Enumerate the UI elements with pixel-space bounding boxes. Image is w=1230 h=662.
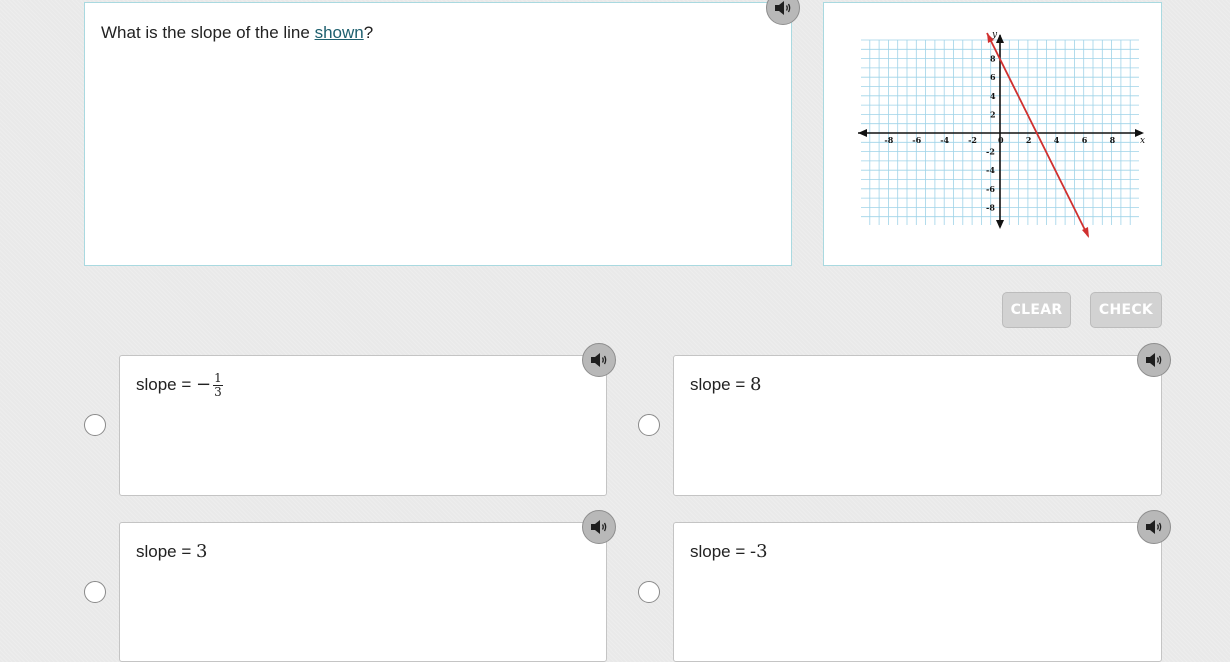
shown-link[interactable]: shown xyxy=(315,23,364,42)
speaker-icon xyxy=(1146,353,1162,367)
speaker-icon xyxy=(1146,520,1162,534)
choice-a-prefix: slope = xyxy=(136,374,197,394)
y-tick-label: 6 xyxy=(990,72,996,82)
choice-d-radio[interactable] xyxy=(638,581,660,603)
choice-c-prefix: slope = xyxy=(136,542,197,561)
graph-axes xyxy=(858,34,1144,229)
choice-a-audio-button[interactable] xyxy=(582,343,616,377)
x-tick-label: -2 xyxy=(968,135,977,145)
check-button[interactable]: CHECK xyxy=(1090,292,1162,328)
choice-b-value: 8 xyxy=(750,374,762,395)
choice-a-sign: − xyxy=(196,373,212,395)
speaker-icon xyxy=(591,353,607,367)
line-bottom-arrow xyxy=(1082,227,1089,238)
y-tick-label: 4 xyxy=(990,91,996,101)
choice-b-card[interactable]: slope = 8 xyxy=(673,355,1162,496)
choice-a-radio[interactable] xyxy=(84,414,106,436)
choice-b-radio[interactable] xyxy=(638,414,660,436)
x-tick-label: 8 xyxy=(1110,135,1116,145)
y-tick-label: 8 xyxy=(990,54,996,64)
y-tick-label: -6 xyxy=(986,184,995,194)
y-axis-bottom-arrow xyxy=(996,220,1004,229)
choice-c-card[interactable]: slope = 3 xyxy=(119,522,607,662)
y-tick-label: -4 xyxy=(986,165,995,175)
y-tick-label: -2 xyxy=(986,147,995,157)
choice-b-prefix: slope = xyxy=(690,375,751,394)
x-axis-label: x xyxy=(1140,136,1145,146)
choice-c-text: slope = 3 xyxy=(136,541,207,562)
speaker-icon xyxy=(591,520,607,534)
question-text-start: What is the slope of the line xyxy=(101,23,315,42)
choice-c-audio-button[interactable] xyxy=(582,510,616,544)
x-axis-left-arrow xyxy=(858,129,867,137)
x-tick-label: -8 xyxy=(884,135,893,145)
choice-d-card[interactable]: slope = -3 xyxy=(673,522,1162,662)
question-text-end: ? xyxy=(363,23,374,42)
choice-c-radio[interactable] xyxy=(84,581,106,603)
graph-panel: -8 -6 -4 -2 0 2 4 6 8 8 6 4 2 -2 -4 -6 -8 x y xyxy=(823,2,1162,266)
x-tick-label: -6 xyxy=(912,135,921,145)
x-tick-label: 2 xyxy=(1026,135,1032,145)
choice-d-audio-button[interactable] xyxy=(1137,510,1171,544)
choice-a-denominator: 3 xyxy=(214,385,222,399)
choice-d-value: -3 xyxy=(750,541,768,562)
choice-b-audio-button[interactable] xyxy=(1137,343,1171,377)
y-tick-label: -8 xyxy=(986,202,995,212)
x-tick-label: 6 xyxy=(1082,135,1088,145)
x-tick-label: 4 xyxy=(1054,135,1060,145)
coordinate-graph: -8 -6 -4 -2 0 2 4 6 88642-2-4-6-8 x y xyxy=(858,30,1145,238)
question-panel: What is the slope of the line shown? xyxy=(84,2,792,266)
choice-d-prefix: slope = xyxy=(690,542,751,561)
x-tick-label: 0 xyxy=(998,135,1004,145)
choice-d-text: slope = -3 xyxy=(690,541,768,562)
choice-b-text: slope = 8 xyxy=(690,374,761,395)
question-text: What is the slope of the line shown? xyxy=(101,23,373,43)
y-axis-top-arrow xyxy=(996,34,1004,43)
choice-a-text: slope = −1 3 xyxy=(136,372,223,399)
speaker-icon xyxy=(775,1,791,15)
choice-c-value: 3 xyxy=(196,541,208,562)
choice-a-fraction: 13 xyxy=(213,372,223,399)
y-tick-label: 2 xyxy=(990,109,996,119)
x-tick-label: -4 xyxy=(940,135,949,145)
choice-a-numerator: 1 xyxy=(213,371,223,386)
clear-button[interactable]: CLEAR xyxy=(1002,292,1071,328)
choice-a-card[interactable]: slope = −1 3 xyxy=(119,355,607,496)
